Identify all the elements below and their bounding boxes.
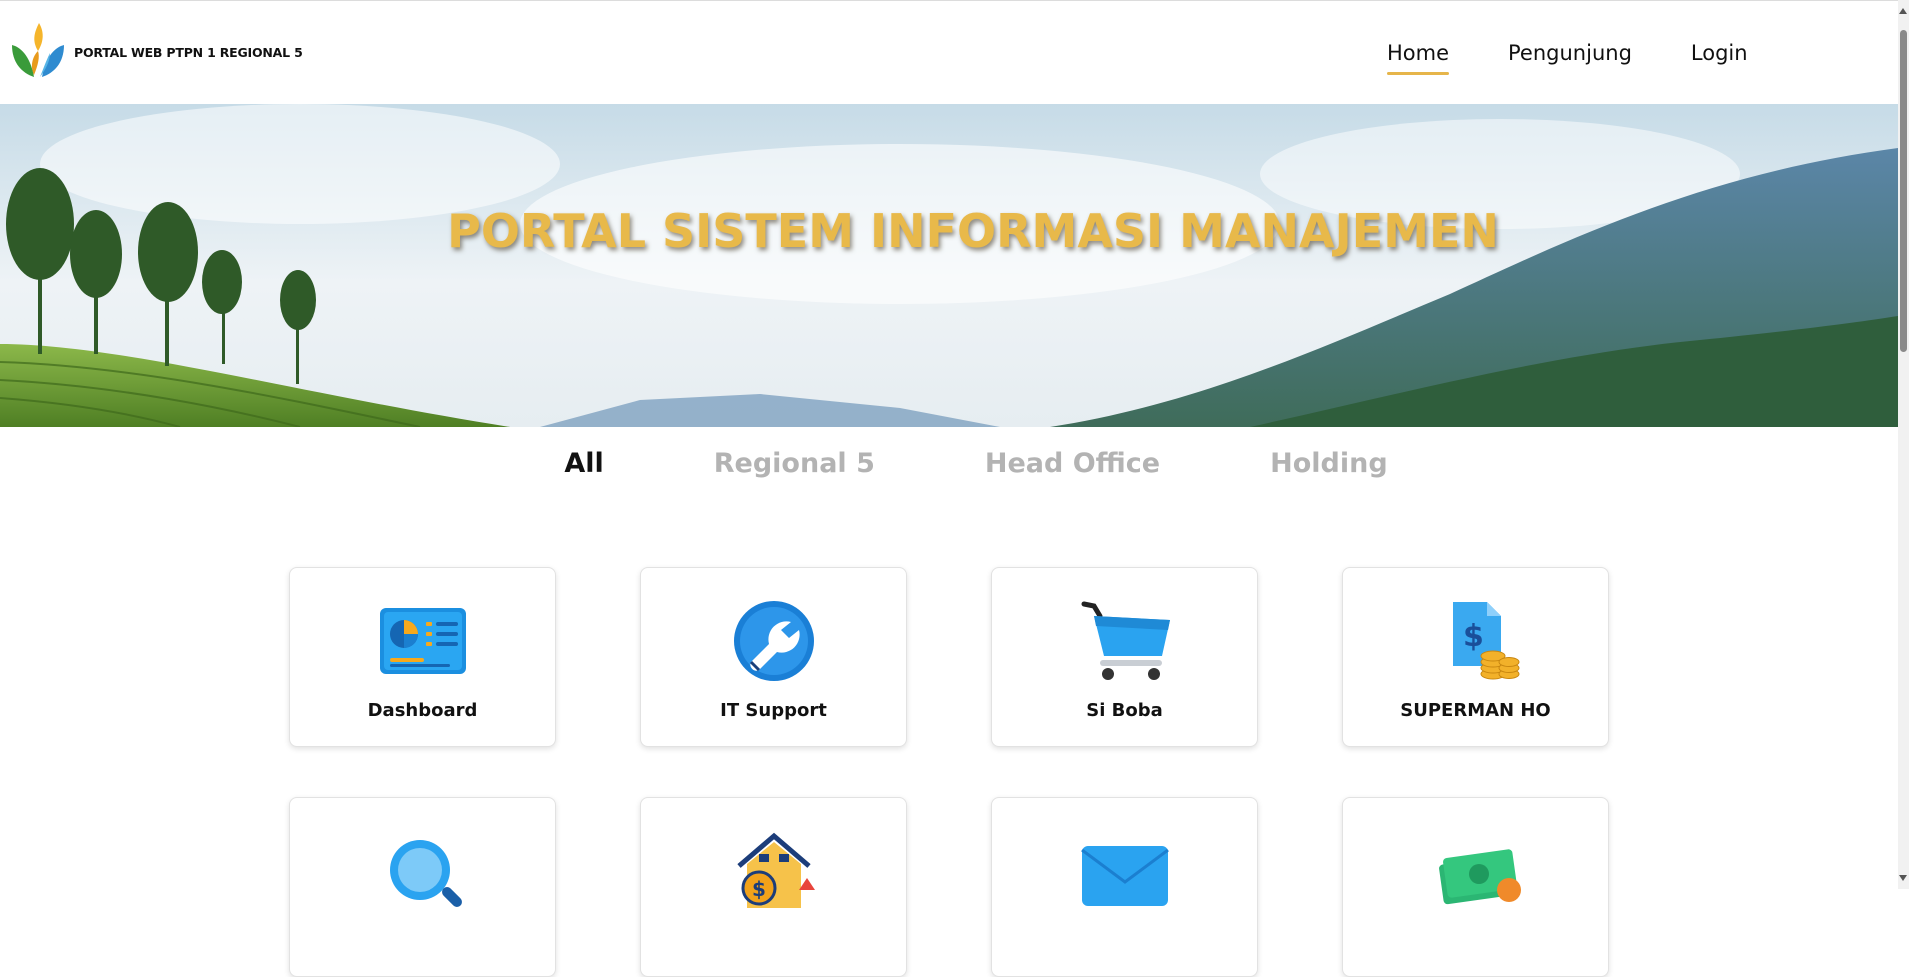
landscape-illustration	[0, 104, 1898, 427]
app-card-label: SUPERMAN HO	[1400, 700, 1551, 721]
app-card-si-boba[interactable]: Si Boba	[991, 567, 1258, 747]
app-card-label: Si Boba	[1086, 700, 1163, 721]
dashboard-icon	[379, 608, 466, 674]
magnifier-icon	[389, 840, 462, 907]
tab-holding[interactable]: Holding	[1270, 448, 1388, 479]
property-finance-icon: $	[736, 832, 815, 908]
app-card-property-finance[interactable]: $	[640, 797, 907, 977]
wrench-icon	[733, 601, 814, 681]
nav-links: Home Pengunjung Login	[1387, 41, 1807, 75]
finance-document-icon: $	[1452, 602, 1519, 680]
app-card-it-support[interactable]: IT Support	[640, 567, 907, 747]
app-grid: Dashboard IT Support Si Boba $ SUPERMAN …	[289, 567, 1609, 977]
app-card-money[interactable]	[1342, 797, 1609, 977]
top-navbar: PORTAL WEB PTPN 1 REGIONAL 5 Home Pengun…	[0, 0, 1898, 104]
nav-home[interactable]: Home	[1387, 41, 1450, 75]
app-card-superman-ho[interactable]: $ SUPERMAN HO	[1342, 567, 1609, 747]
tab-head-office[interactable]: Head Office	[985, 448, 1160, 479]
shopping-cart-icon	[1081, 601, 1170, 680]
nav-login[interactable]: Login	[1691, 41, 1748, 75]
app-card-label: Dashboard	[367, 700, 478, 721]
tab-regional-5[interactable]: Regional 5	[714, 448, 875, 479]
category-tabs: All Regional 5 Head Office Holding	[0, 448, 1898, 479]
mail-icon	[1080, 846, 1169, 906]
company-logo-icon	[12, 23, 64, 77]
svg-text:$: $	[752, 877, 766, 901]
scroll-down-arrow-icon[interactable]	[1899, 875, 1907, 881]
vertical-scrollbar[interactable]	[1898, 0, 1909, 889]
scroll-up-arrow-icon[interactable]	[1899, 8, 1907, 14]
scroll-thumb[interactable]	[1900, 30, 1907, 352]
tab-all[interactable]: All	[564, 448, 603, 479]
app-card-mail[interactable]	[991, 797, 1258, 977]
money-icon	[1438, 849, 1521, 905]
hero-title: PORTAL SISTEM INFORMASI MANAJEMEN	[447, 204, 1499, 258]
app-card-dashboard[interactable]: Dashboard	[289, 567, 556, 747]
nav-pengunjung[interactable]: Pengunjung	[1508, 41, 1632, 75]
app-card-search[interactable]	[289, 797, 556, 977]
brand-name: PORTAL WEB PTPN 1 REGIONAL 5	[74, 44, 303, 60]
brand[interactable]: PORTAL WEB PTPN 1 REGIONAL 5	[10, 21, 303, 83]
app-card-label: IT Support	[720, 700, 827, 721]
svg-text:$: $	[1463, 619, 1484, 654]
hero-banner: PORTAL SISTEM INFORMASI MANAJEMEN	[0, 104, 1898, 427]
